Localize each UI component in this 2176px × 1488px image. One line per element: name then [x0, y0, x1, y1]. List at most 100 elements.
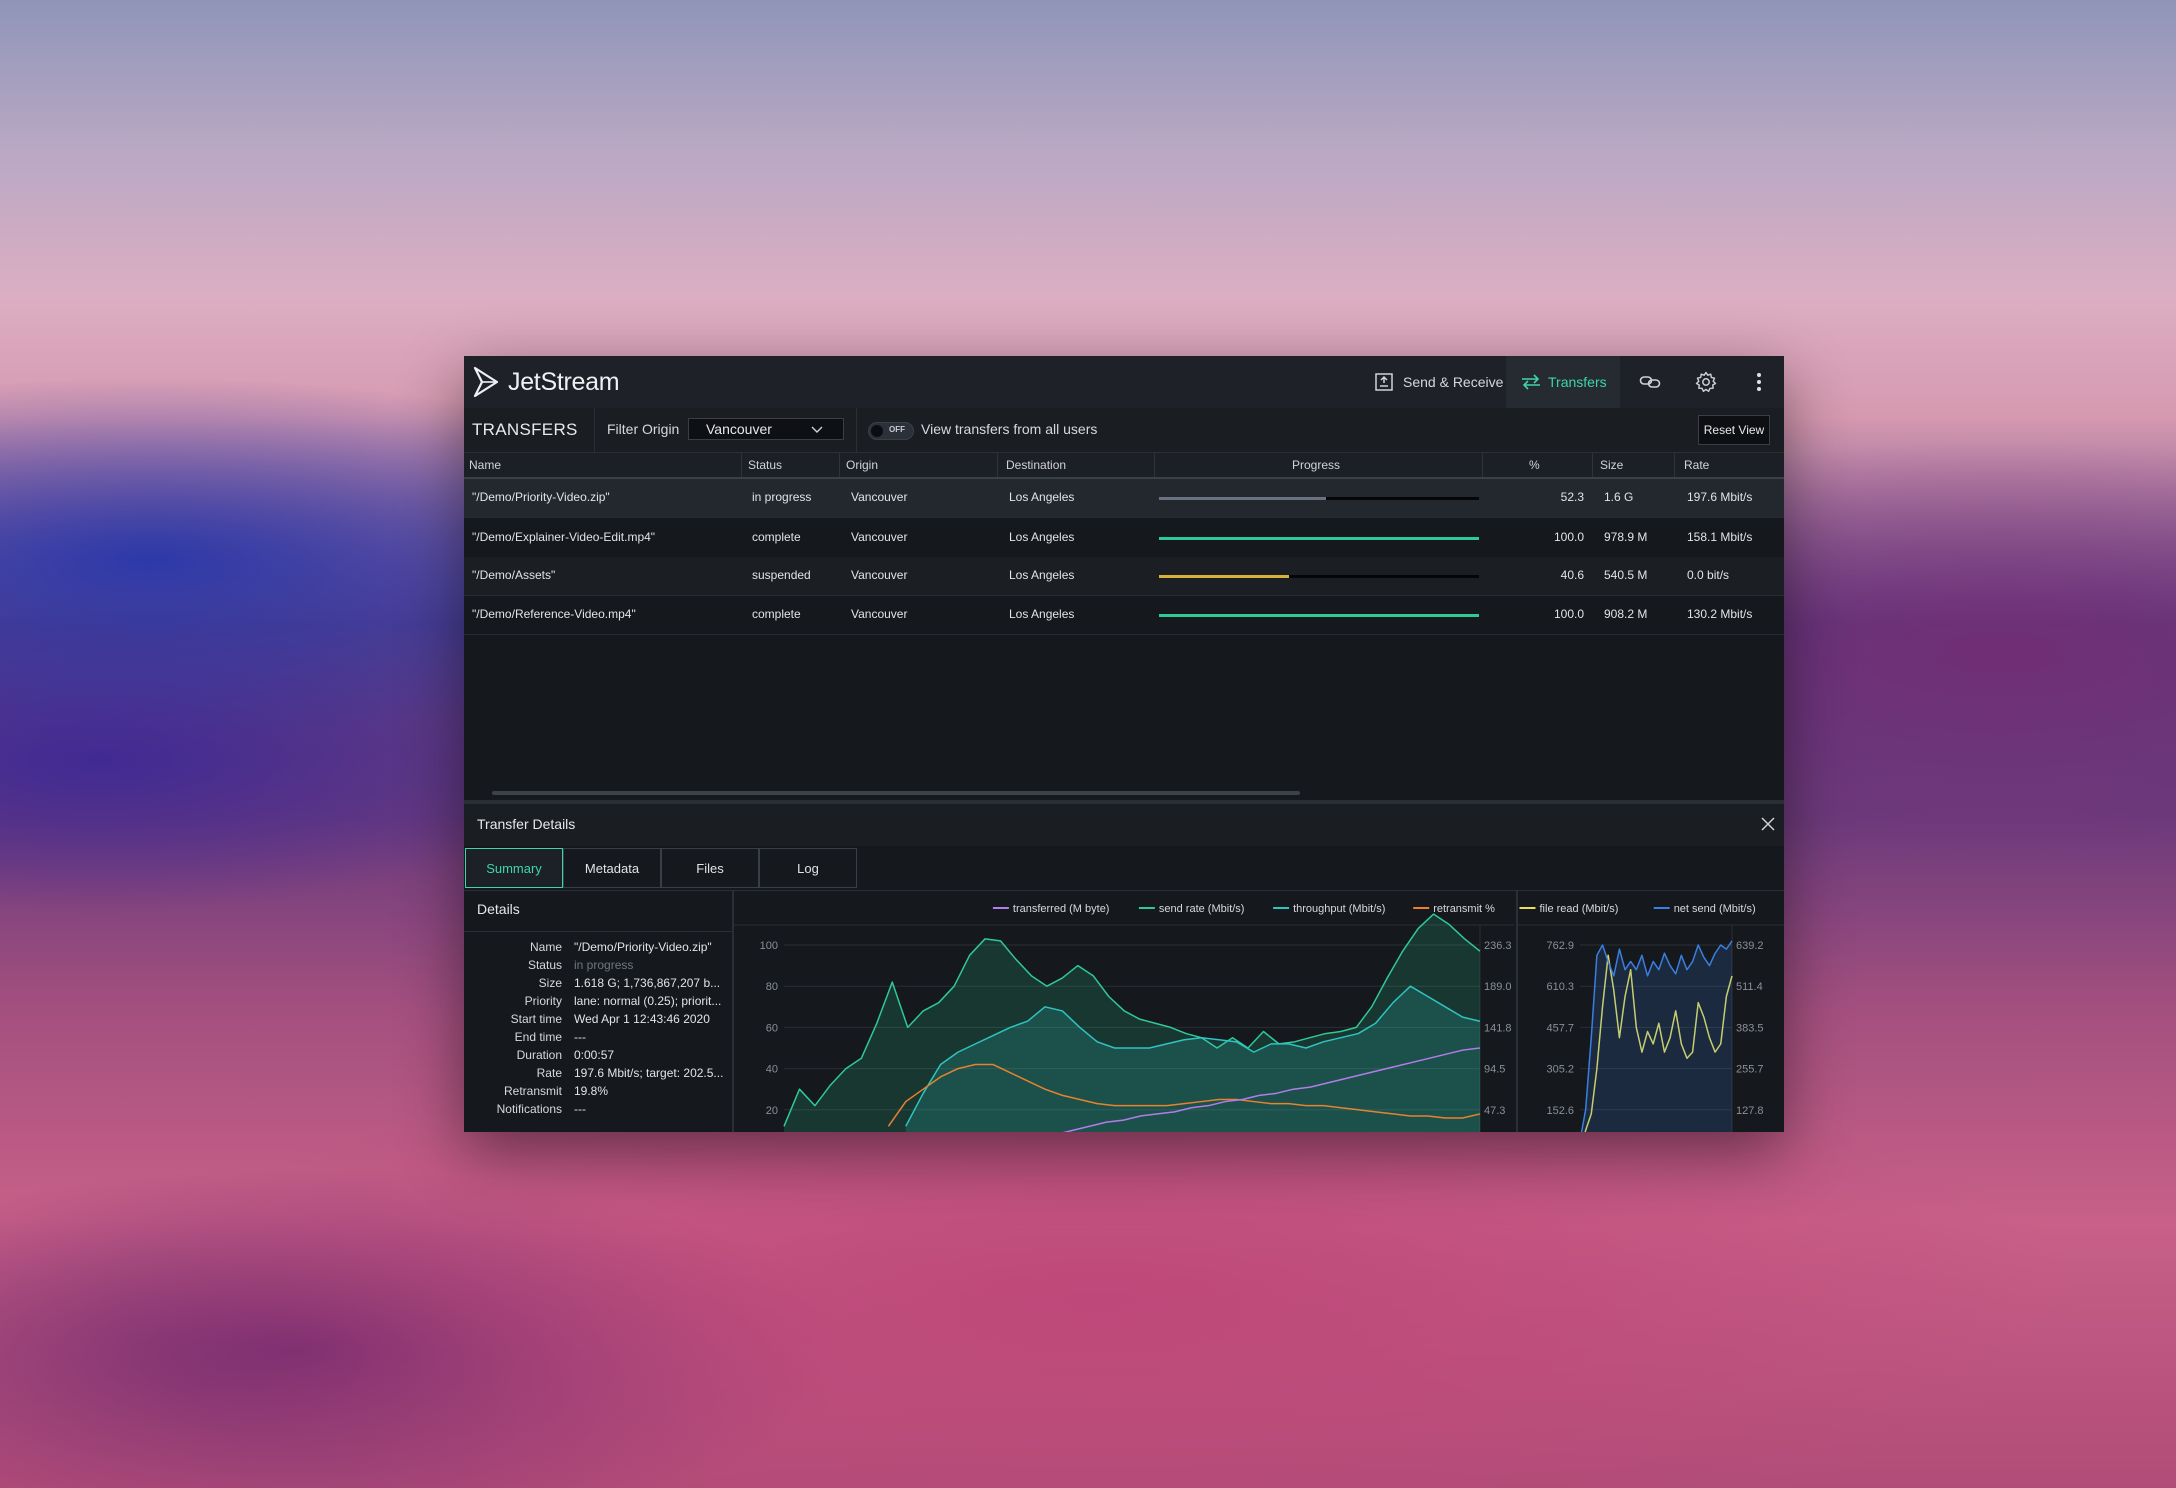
toolbar-divider [594, 408, 595, 452]
transfers-tab[interactable]: Transfers [1506, 356, 1620, 408]
link-button[interactable] [1622, 356, 1678, 408]
row-size: 978.9 M [1604, 530, 1648, 544]
row-status: complete [752, 530, 801, 544]
app-logo: JetStream [472, 366, 620, 398]
tab-log[interactable]: Log [759, 848, 857, 888]
detail-field: End time --- [464, 1030, 732, 1048]
row-status: complete [752, 607, 801, 621]
details-tabs: Summary Metadata Files Log [464, 846, 1784, 891]
transfers-table-body: "/Demo/Priority-Video.zip" in progress V… [464, 479, 1784, 799]
legend-label: throughput (Mbit/s) [1293, 903, 1385, 915]
more-menu-button[interactable] [1734, 356, 1784, 408]
column-header-status[interactable]: Status [748, 458, 782, 472]
legend-label: transferred (M byte) [1013, 903, 1110, 915]
view-all-users-label: View transfers from all users [921, 421, 1098, 437]
detail-field: Status in progress [464, 958, 732, 976]
detail-key: Size [538, 976, 562, 990]
column-header-name[interactable]: Name [469, 458, 501, 472]
row-rate: 0.0 bit/s [1687, 568, 1730, 582]
column-divider [1154, 453, 1155, 477]
legend-label: send rate (Mbit/s) [1159, 903, 1245, 915]
legend-label: file read (Mbit/s) [1540, 903, 1619, 915]
row-destination: Los Angeles [1009, 568, 1075, 582]
detail-value: lane: normal (0.25); priorit... [574, 994, 722, 1008]
y-tick-label-left: 20 [766, 1105, 778, 1117]
row-rate: 197.6 Mbit/s [1687, 490, 1753, 504]
y-tick-label-right: 47.3 [1484, 1105, 1505, 1117]
column-divider [741, 453, 742, 477]
y-tick-label-left: 305.2 [1546, 1064, 1574, 1076]
transfers-toolbar: TRANSFERS Filter Origin Vancouver OFF Vi… [464, 408, 1784, 453]
row-destination: Los Angeles [1009, 530, 1075, 544]
column-header-size[interactable]: Size [1600, 458, 1623, 472]
row-name: "/Demo/Reference-Video.mp4" [472, 607, 636, 621]
y-tick-label-right: 511.4 [1736, 981, 1763, 993]
view-all-users-toggle[interactable]: OFF [868, 422, 914, 440]
row-size: 908.2 M [1604, 607, 1648, 621]
detail-value: 1.618 G; 1,736,867,207 b... [574, 976, 721, 990]
row-progress-bar [1159, 537, 1479, 540]
legend-label: net send (Mbit/s) [1674, 903, 1756, 915]
row-percent: 52.3 [1560, 490, 1584, 504]
progress-fill [1159, 537, 1479, 540]
transfers-label: Transfers [1548, 374, 1607, 390]
detail-value: 197.6 Mbit/s; target: 202.5... [574, 1066, 724, 1080]
toggle-knob [871, 425, 883, 437]
row-percent: 100.0 [1553, 530, 1584, 544]
row-name: "/Demo/Explainer-Video-Edit.mp4" [472, 530, 656, 544]
detail-field: Size 1.618 G; 1,736,867,207 b... [464, 976, 732, 994]
more-vertical-icon [1757, 373, 1761, 391]
tab-summary[interactable]: Summary [465, 848, 563, 888]
reset-view-button[interactable]: Reset View [1698, 415, 1770, 445]
details-section-title: Details [477, 901, 520, 917]
row-destination: Los Angeles [1009, 607, 1075, 621]
detail-key: Start time [510, 1012, 562, 1026]
detail-field: Duration 0:00:57 [464, 1048, 732, 1066]
row-name: "/Demo/Priority-Video.zip" [472, 490, 610, 504]
column-header-progress[interactable]: Progress [1292, 458, 1340, 472]
io-stats-chart-svg: file read (Mbit/s) net send (Mbit/s) 762.9… [1518, 903, 1784, 1132]
table-row[interactable]: "/Demo/Priority-Video.zip" in progress V… [464, 479, 1784, 518]
tab-metadata[interactable]: Metadata [563, 848, 661, 888]
y-tick-label-right: 236.3 [1484, 940, 1512, 952]
table-row[interactable]: "/Demo/Explainer-Video-Edit.mp4" complet… [464, 519, 1784, 558]
table-row[interactable]: "/Demo/Reference-Video.mp4" complete Van… [464, 596, 1784, 635]
row-rate: 158.1 Mbit/s [1687, 530, 1753, 544]
y-tick-label-right: 141.8 [1484, 1022, 1512, 1034]
table-row[interactable]: "/Demo/Assets" suspended Vancouver Los A… [464, 557, 1784, 596]
y-tick-label-right: 189.0 [1484, 981, 1512, 993]
detail-field: Priority lane: normal (0.25); priorit... [464, 994, 732, 1012]
column-header-origin[interactable]: Origin [846, 458, 878, 472]
close-icon[interactable] [1760, 816, 1776, 832]
y-tick-label-right: 127.8 [1736, 1105, 1764, 1117]
app-window: JetStream Send & Receive Transfers TRANS… [464, 356, 1784, 1132]
column-header-percent[interactable]: % [1529, 458, 1540, 472]
row-percent: 40.6 [1560, 568, 1584, 582]
horizontal-scrollbar[interactable] [492, 791, 1300, 795]
row-size: 540.5 M [1604, 568, 1648, 582]
column-divider [1482, 453, 1483, 477]
column-divider [1674, 453, 1675, 477]
details-panel-title: Transfer Details [477, 816, 576, 832]
y-tick-label-right: 255.7 [1736, 1064, 1764, 1076]
detail-key: Status [527, 958, 562, 972]
row-progress-bar [1159, 497, 1479, 500]
column-header-rate[interactable]: Rate [1684, 458, 1709, 472]
y-tick-label-left: 457.7 [1546, 1022, 1574, 1034]
detail-value: Wed Apr 1 12:43:46 2020 [574, 1012, 710, 1026]
row-percent: 100.0 [1553, 607, 1584, 621]
column-header-destination[interactable]: Destination [1006, 458, 1066, 472]
settings-button[interactable] [1678, 356, 1734, 408]
transfer-stats-chart-svg: transferred (M byte) send rate (Mbit/s) th… [734, 903, 1514, 1132]
app-header: JetStream Send & Receive Transfers [464, 356, 1784, 408]
filter-origin-select[interactable]: Vancouver [688, 418, 844, 440]
detail-field: Name "/Demo/Priority-Video.zip" [464, 940, 732, 958]
y-tick-label-left: 80 [766, 981, 778, 993]
y-tick-label-left: 60 [766, 1022, 778, 1034]
detail-field: Retransmit 19.8% [464, 1084, 732, 1102]
page-title: TRANSFERS [472, 420, 578, 439]
send-receive-button[interactable]: Send & Receive [1360, 356, 1506, 408]
y-tick-label-right: 383.5 [1736, 1022, 1764, 1034]
row-origin: Vancouver [851, 530, 908, 544]
tab-files[interactable]: Files [661, 848, 759, 888]
